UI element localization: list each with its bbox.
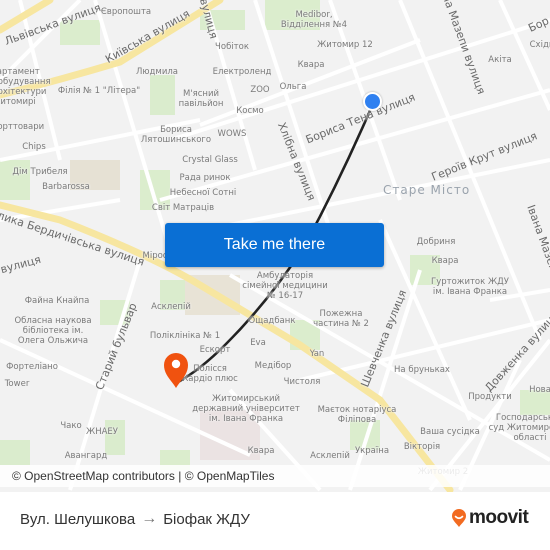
- poi-label: М'ясний павільйон: [178, 89, 224, 109]
- poi-label: Житомир 12: [317, 40, 373, 50]
- poi-label: Crystal Glass: [182, 155, 238, 165]
- poi-label: Квара: [247, 446, 275, 456]
- destination-stop-name: Біофак ЖДУ: [163, 510, 250, 528]
- poi-label: Медібор: [254, 361, 292, 371]
- poi-label: Chips: [22, 142, 46, 152]
- poi-label: Чистоля: [283, 377, 321, 387]
- district-label: Старе Місто: [383, 183, 471, 197]
- poi-label: Асклепій: [151, 302, 191, 312]
- poi-label: Medibor, Відділення №4: [280, 10, 348, 30]
- poi-label: Житомирський державний університет ім. І…: [192, 394, 300, 424]
- poi-label: Чако: [60, 421, 82, 431]
- poi-label: Мірос: [142, 251, 168, 261]
- poi-label: Електроленд: [212, 67, 272, 77]
- poi-label: Акіта: [488, 55, 512, 65]
- map-attribution[interactable]: © OpenStreetMap contributors | © OpenMap…: [0, 465, 550, 487]
- poi-label: Рада ринок: [179, 173, 231, 183]
- poi-label: Продукти: [468, 392, 512, 402]
- poi-label: ZOO: [250, 85, 270, 95]
- poi-label: Філія № 1 "Літера": [57, 86, 141, 96]
- moovit-pin-icon: [452, 508, 466, 527]
- poi-label: Ощадбанк: [248, 316, 296, 326]
- poi-label: Добриня: [416, 237, 456, 247]
- poi-label: Чобіток: [215, 42, 249, 52]
- poi-label: Ваша сусідка: [420, 427, 480, 437]
- poi-label: Гуртожиток ЖДУ ім. Івана Франка: [431, 277, 509, 297]
- poi-label: Yan: [309, 349, 325, 359]
- moovit-wordmark: moovit: [469, 507, 529, 528]
- take-me-there-button[interactable]: Take me there: [165, 223, 384, 267]
- poi-label: Східн: [529, 40, 550, 50]
- poi-label: Barbarossa: [42, 182, 90, 192]
- poi-label: Нова: [529, 385, 550, 395]
- route-summary: Вул. Шелушкова → Біофак ЖДУ: [20, 510, 250, 528]
- poi-label: Україна: [354, 446, 390, 456]
- moovit-logo: moovit: [451, 507, 529, 529]
- poi-label: Поліклініка № 1: [149, 331, 221, 341]
- current-location-dot-icon[interactable]: [363, 92, 382, 111]
- poi-label: Файна Кнайпа: [24, 296, 90, 306]
- poi-label: Фортеліано: [6, 362, 58, 372]
- poi-label: Небесної Сотні: [169, 188, 237, 198]
- poi-label: Господарський суд Житомирської області: [488, 413, 550, 443]
- poi-label: Обласна наукова бібліотека ім. Олега Оль…: [14, 316, 92, 346]
- poi-label: Амбулаторія сімейної медицини № 16-17: [242, 271, 328, 301]
- poi-label: Eva: [250, 338, 266, 348]
- poi-label: Пожежна частина № 2: [313, 309, 369, 329]
- poi-label: Квара: [297, 60, 325, 70]
- poi-label: Європошта: [100, 7, 152, 17]
- poi-label: Ескорт: [199, 345, 231, 355]
- poi-label: ЖНАЕУ: [86, 427, 118, 437]
- poi-label: Маєток нотаріуса Філіпова: [317, 405, 397, 425]
- poi-label: Авангард: [64, 451, 108, 461]
- poi-label: Асклепій: [310, 451, 350, 461]
- origin-stop-name: Вул. Шелушкова: [20, 510, 136, 528]
- poi-label: WOWS: [217, 129, 247, 139]
- poi-label: Вікторія: [403, 442, 441, 452]
- poi-label: Ольга: [279, 82, 307, 92]
- poi-label: Квара: [431, 256, 459, 266]
- poi-label: Tower: [4, 379, 30, 389]
- poi-label: Полісся Кардіо плюс: [182, 364, 238, 384]
- arrow-right-icon: →: [141, 510, 158, 527]
- poi-label: Дім Трибеля: [12, 167, 68, 177]
- poi-label: Департамент містобудування та архітектур…: [0, 67, 51, 107]
- poi-label: На бруньках: [394, 365, 450, 375]
- poi-label: Космо: [236, 106, 264, 116]
- map-view[interactable]: Львівська вулиця Київська вулиця вулиця …: [0, 0, 550, 492]
- map-pin-icon[interactable]: [162, 351, 190, 389]
- poi-label: Спорттовари: [0, 122, 45, 132]
- poi-label: Бориса Лятошинського: [140, 125, 212, 145]
- poi-label: Світ Матраців: [151, 203, 215, 213]
- poi-label: Людмила: [135, 67, 179, 77]
